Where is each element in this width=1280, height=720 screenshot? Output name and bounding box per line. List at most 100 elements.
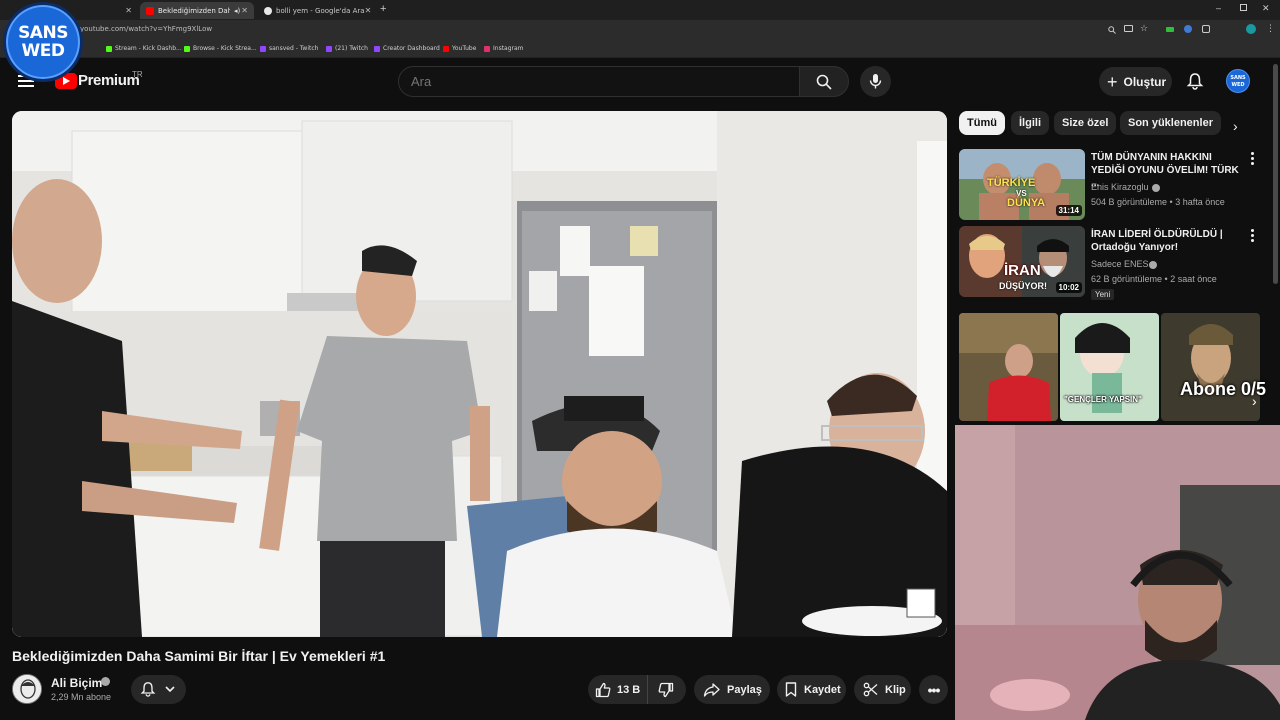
recommendation-channel[interactable]: Sadece ENES <box>1091 259 1149 269</box>
cast-icon[interactable] <box>1124 25 1133 32</box>
chip-all[interactable]: Tümü <box>959 111 1005 135</box>
search-input[interactable] <box>411 74 781 89</box>
share-icon <box>703 682 720 697</box>
like-count: 13 B <box>617 683 641 696</box>
close-tab-icon[interactable]: ✕ <box>365 6 372 15</box>
twitch-icon <box>326 45 332 52</box>
youtube-icon <box>443 45 449 52</box>
minimize-button[interactable]: – <box>1216 3 1221 13</box>
bookmark-item[interactable]: Creator Dashboard <box>374 45 440 52</box>
chip-related[interactable]: İlgili <box>1011 111 1049 135</box>
maximize-button[interactable] <box>1240 4 1247 11</box>
bookmark-item[interactable]: (21) Twitch <box>326 45 368 52</box>
notification-preference-button[interactable] <box>131 675 186 704</box>
save-button[interactable]: Kaydet <box>777 675 846 704</box>
mic-icon <box>869 74 882 89</box>
kick-icon <box>184 45 190 52</box>
more-actions-button[interactable]: ••• <box>919 675 948 704</box>
youtube-favicon-icon <box>146 6 154 15</box>
kick-icon <box>106 45 112 52</box>
search-box <box>398 66 800 97</box>
short-image <box>1060 313 1159 421</box>
search-icon <box>816 74 832 90</box>
chevron-down-icon <box>165 686 175 693</box>
chevron-right-icon[interactable]: › <box>1252 393 1257 409</box>
clip-button[interactable]: Klip <box>854 675 911 704</box>
thumbnail-text: TÜRKİYE <box>987 177 1036 189</box>
channel-avatar-image <box>13 675 41 703</box>
short-image <box>1161 313 1260 421</box>
new-tab-button[interactable]: + <box>380 3 386 15</box>
short-thumbnail[interactable] <box>959 313 1058 421</box>
account-avatar[interactable]: SANS WED <box>1226 69 1250 93</box>
instagram-icon <box>484 45 490 52</box>
verified-icon <box>1149 261 1157 269</box>
chip-for-you[interactable]: Size özel <box>1054 111 1117 135</box>
chevron-right-icon[interactable]: › <box>1233 118 1238 134</box>
browser-tab-bar: ✕ Beklediğimizden Daha Sam ◂) ✕ bolli ye… <box>0 0 1280 20</box>
like-button[interactable]: 13 B <box>588 675 648 704</box>
tab-label: Beklediğimizden Daha Sam <box>158 6 230 15</box>
recommendation-channel[interactable]: Enis Kirazoglu <box>1091 182 1149 192</box>
video-player[interactable] <box>12 111 947 637</box>
chip-recent[interactable]: Son yüklenenler <box>1120 111 1221 135</box>
channel-avatar[interactable] <box>12 674 42 704</box>
plus-icon: + <box>1107 71 1118 92</box>
dislike-button[interactable] <box>648 675 674 704</box>
webcam-overlay <box>955 425 1280 720</box>
notifications-bell-icon[interactable] <box>1186 72 1204 90</box>
browser-tab[interactable]: bolli yem - Google'da Ara ✕ <box>258 2 374 19</box>
extension-icon[interactable] <box>1166 27 1174 32</box>
browser-tab[interactable]: ✕ <box>84 2 138 19</box>
thumbnail-text: İRAN <box>1004 262 1041 279</box>
bookmark-item[interactable]: YouTube <box>443 45 476 52</box>
create-button[interactable]: + Oluştur <box>1099 67 1172 96</box>
subscriber-count: 2,29 Mn abone <box>51 692 112 702</box>
short-thumbnail[interactable]: "GENÇLER YAPSIN" <box>1060 313 1159 421</box>
recommendation-meta: 62 B görüntüleme • 2 saat önce <box>1091 274 1217 284</box>
short-thumbnail[interactable] <box>1161 313 1260 421</box>
recommendation-title[interactable]: İRAN LİDERİ ÖLDÜRÜLDÜ | Ortadoğu Yanıyor… <box>1091 228 1243 254</box>
like-dislike-group: 13 B <box>588 675 686 704</box>
scissors-icon <box>863 682 878 697</box>
profile-icon[interactable] <box>1246 24 1256 34</box>
star-icon[interactable]: ☆ <box>1140 23 1148 34</box>
scrollbar[interactable] <box>1273 64 1278 284</box>
more-vert-icon[interactable] <box>1251 152 1257 166</box>
zoom-icon[interactable] <box>1108 26 1116 34</box>
more-horizontal-icon: ••• <box>927 681 941 698</box>
close-tab-icon[interactable]: ✕ <box>125 6 132 15</box>
extension-icon[interactable] <box>1184 25 1192 33</box>
twitch-icon <box>260 45 266 52</box>
search-button[interactable] <box>799 66 849 97</box>
share-label: Paylaş <box>727 683 762 696</box>
video-duration: 31:14 <box>1055 205 1082 216</box>
close-window-button[interactable]: ✕ <box>1262 3 1270 14</box>
region-code: TR <box>132 70 143 79</box>
bookmark-item[interactable]: Browse - Kick Strea... <box>184 45 257 52</box>
webcam-feed <box>955 425 1280 720</box>
url-field[interactable]: youtube.com/watch?v=YhFmg9XlLow <box>80 25 212 33</box>
share-button[interactable]: Paylaş <box>694 675 770 704</box>
channel-logo-overlay: SANS WED <box>3 2 83 82</box>
more-vert-icon[interactable] <box>1251 229 1257 243</box>
channel-name[interactable]: Ali Biçim <box>51 676 102 690</box>
extension-icon[interactable] <box>1202 25 1210 33</box>
thumbs-down-icon <box>658 682 674 697</box>
verified-icon <box>1152 184 1160 192</box>
video-title: Beklediğimizden Daha Samimi Bir İftar | … <box>12 648 386 664</box>
bookmark-item[interactable]: sansved - Twitch <box>260 45 318 52</box>
bookmark-item[interactable]: Instagram <box>484 45 524 52</box>
more-vert-icon[interactable]: ⋮ <box>1266 23 1275 34</box>
recommendation-thumbnail[interactable]: TÜRKİYE VS DÜNYA 31:14 <box>959 149 1085 220</box>
recommendation-meta: 504 B görüntüleme • 3 hafta önce <box>1091 197 1225 207</box>
logo-text[interactable]: Premium <box>78 72 140 89</box>
bookmark-item[interactable]: Stream - Kick Dashb... <box>106 45 182 52</box>
browser-tab-active[interactable]: Beklediğimizden Daha Sam ◂) ✕ <box>140 2 254 19</box>
create-label: Oluştur <box>1123 74 1167 89</box>
tab-label: bolli yem - Google'da Ara <box>276 6 365 15</box>
close-tab-icon[interactable]: ✕ <box>241 6 248 15</box>
voice-search-button[interactable] <box>860 66 891 97</box>
recommendation-thumbnail[interactable]: İRAN DÜŞÜYOR! 10:02 <box>959 226 1085 297</box>
new-badge: Yeni <box>1091 289 1115 300</box>
